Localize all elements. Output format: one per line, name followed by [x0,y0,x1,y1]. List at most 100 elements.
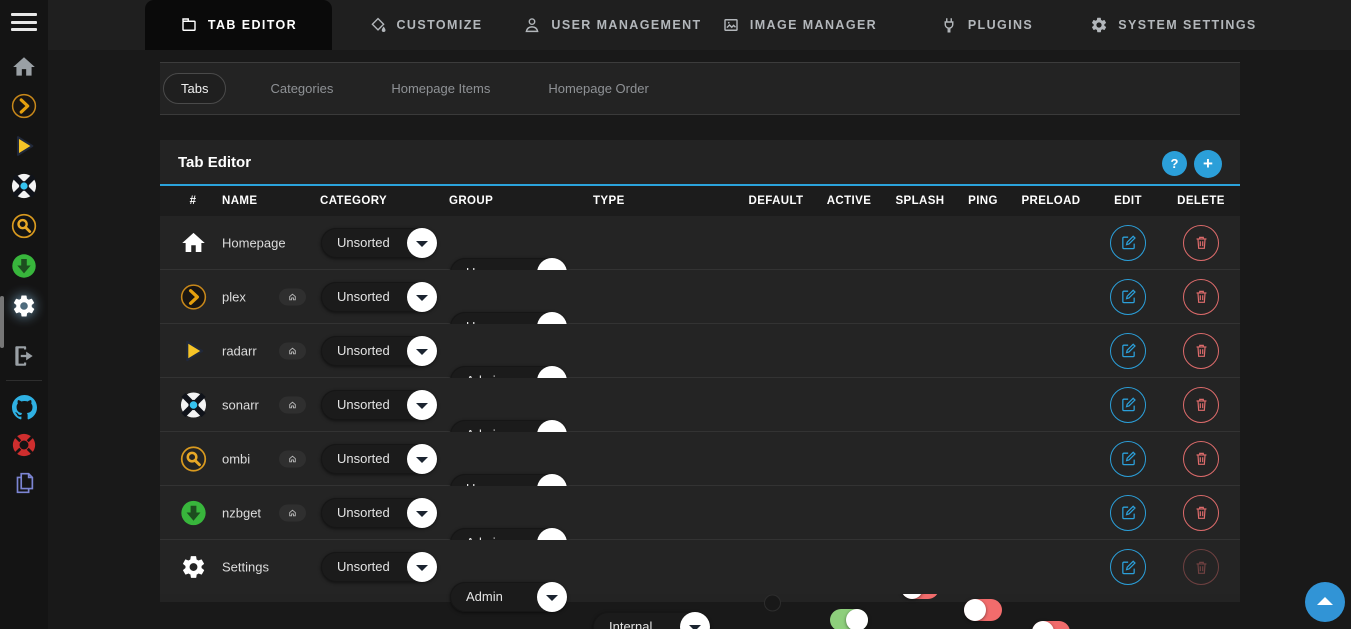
github-icon [12,395,37,420]
group-select[interactable]: Admin [450,582,567,612]
nav-tab-customize[interactable]: CUSTOMIZE [332,0,519,50]
category-value: Unsorted [337,397,390,412]
home-badge-icon [288,346,297,355]
sidebar-item-docs[interactable] [10,469,38,497]
edit-button[interactable] [1110,441,1146,477]
sidebar-item-radarr[interactable] [10,132,38,160]
delete-button[interactable] [1183,279,1219,315]
table-row: radarr Unsorted Admin iFrame [160,324,1240,378]
delete-button[interactable] [1183,549,1219,585]
edit-button[interactable] [1110,279,1146,315]
nav-tab-tab-editor[interactable]: TAB EDITOR [145,0,332,50]
delete-button[interactable] [1183,495,1219,531]
preload-toggle[interactable] [1032,621,1070,629]
home-badge [279,288,306,305]
edit-button[interactable] [1110,225,1146,261]
subtab-tabs[interactable]: Tabs [163,73,226,104]
hamburger-menu-icon[interactable] [11,13,37,33]
home-badge-icon [288,454,297,463]
sidebar-item-nzbget[interactable] [10,252,38,280]
sidebar-item-plex[interactable] [10,92,38,120]
sonarr-icon [11,173,37,199]
table-header: # NAME CATEGORY GROUP TYPE DEFAULT ACTIV… [160,186,1240,216]
category-select[interactable]: Unsorted [321,282,437,312]
image-icon [722,16,740,34]
nav-tab-label: PLUGINS [968,18,1033,32]
edit-button[interactable] [1110,333,1146,369]
trash-icon [1193,342,1210,359]
subtab-homepage-order[interactable]: Homepage Order [534,74,662,103]
tab-icon-cell [174,229,212,256]
sidebar [0,0,48,629]
sonarr-icon [180,391,207,418]
sidebar-item-settings[interactable] [10,292,38,320]
chevron-down-icon [407,444,437,474]
settings-gear-icon [11,293,37,319]
chevron-down-icon [407,498,437,528]
table-row: plex Unsorted User iFrame [160,270,1240,324]
tab-icon-cell [174,283,212,310]
scroll-to-top-button[interactable] [1305,582,1345,622]
col-type: TYPE [593,186,625,216]
category-select[interactable]: Unsorted [321,444,437,474]
nav-tab-system-settings[interactable]: SYSTEM SETTINGS [1080,0,1267,50]
category-select[interactable]: Unsorted [321,390,437,420]
table-row: Settings Unsorted Admin Internal [160,540,1240,594]
sidebar-item-ombi[interactable] [10,212,38,240]
add-tab-button[interactable]: + [1194,150,1222,178]
chevron-down-icon [537,582,567,612]
trash-icon [1193,504,1210,521]
tab-icon-cell [174,554,212,581]
ping-toggle[interactable] [964,599,1002,621]
active-toggle[interactable] [830,609,868,629]
edit-button[interactable] [1110,549,1146,585]
sidebar-item-home[interactable] [10,53,38,81]
delete-button[interactable] [1183,225,1219,261]
nav-tab-user-management[interactable]: USER MANAGEMENT [519,0,706,50]
col-edit: EDIT [1088,186,1168,216]
default-radio[interactable] [764,594,781,611]
col-delete: DELETE [1161,186,1241,216]
nav-tab-label: CUSTOMIZE [397,18,483,32]
top-navigation: TAB EDITOR CUSTOMIZE USER MANAGEMENTIMAGE … [48,0,1351,50]
help-button[interactable]: ? [1162,151,1187,176]
type-value: Internal [609,619,652,629]
sidebar-item-sonarr[interactable] [10,172,38,200]
table-row: sonarr Unsorted Admin iFrame [160,378,1240,432]
logout-icon [11,343,37,369]
radarr-icon [11,133,37,159]
edit-button[interactable] [1110,495,1146,531]
category-select[interactable]: Unsorted [321,336,437,366]
sidebar-item-logout[interactable] [10,342,38,370]
trash-icon [1193,396,1210,413]
col-default: DEFAULT [736,186,816,216]
chevron-down-icon [407,336,437,366]
category-select[interactable]: Unsorted [321,498,437,528]
delete-button[interactable] [1183,387,1219,423]
home-badge [279,396,306,413]
sidebar-scrollbar[interactable] [0,296,4,348]
edit-icon [1120,342,1137,359]
chevron-down-icon [407,552,437,582]
subtab-homepage-items[interactable]: Homepage Items [377,74,504,103]
subtab-categories[interactable]: Categories [256,74,347,103]
delete-button[interactable] [1183,441,1219,477]
sidebar-item-support[interactable] [10,431,38,459]
nav-tab-plugins[interactable]: PLUGINS [893,0,1080,50]
delete-button[interactable] [1183,333,1219,369]
edit-icon [1120,559,1137,576]
type-select[interactable]: Internal [593,612,710,629]
trash-icon [1193,559,1210,576]
category-select[interactable]: Unsorted [321,552,437,582]
edit-button[interactable] [1110,387,1146,423]
tab-name: radarr [222,343,257,358]
tab-icon-cell [174,391,212,418]
group-value: Admin [466,589,503,604]
category-value: Unsorted [337,451,390,466]
home-badge [279,450,306,467]
category-select[interactable]: Unsorted [321,228,437,258]
tab-name: plex [222,289,246,304]
edit-icon [1120,450,1137,467]
sidebar-item-github[interactable] [10,393,38,421]
nav-tab-image-manager[interactable]: IMAGE MANAGER [706,0,893,50]
